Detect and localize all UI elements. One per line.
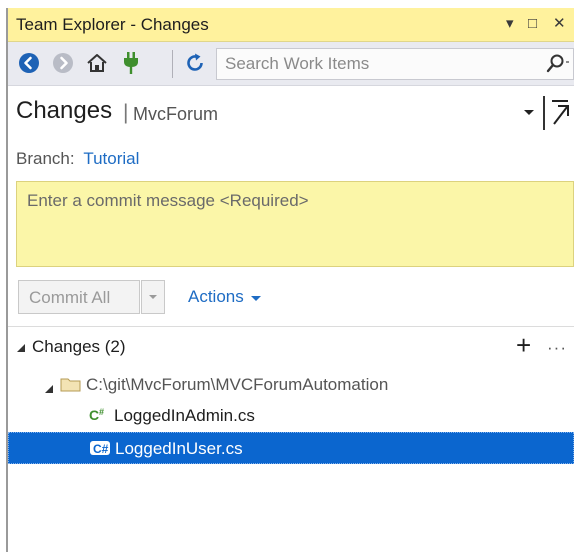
actions-menu[interactable]: Actions (188, 287, 262, 308)
svg-text:C#: C# (93, 442, 109, 456)
toolbar-separator (172, 50, 173, 78)
chevron-down-icon (149, 295, 157, 299)
page-title: Changes (16, 97, 113, 124)
folder-path: C:\git\MvcForum\MVCForumAutomation (86, 375, 389, 394)
section-divider (8, 326, 574, 327)
search-box[interactable] (216, 48, 574, 80)
team-explorer-window: Team Explorer - Changes ▾ □ ✕ Chan (0, 0, 574, 552)
commit-message-input[interactable] (27, 191, 547, 257)
csharp-file-selected-icon: C# (89, 439, 111, 462)
changes-count-label: Changes (2) (32, 337, 126, 356)
window-dropdown-icon[interactable]: ▾ (506, 15, 514, 33)
forward-icon[interactable] (50, 50, 76, 76)
commit-all-button[interactable]: Commit All (18, 280, 140, 314)
close-icon[interactable]: ✕ (553, 15, 566, 33)
back-icon[interactable] (16, 50, 42, 76)
folder-icon (60, 375, 82, 398)
page-dropdown-icon[interactable] (522, 100, 536, 129)
branch-row: Branch: Tutorial (16, 149, 139, 169)
search-icon[interactable] (545, 52, 571, 81)
maximize-icon[interactable]: □ (528, 15, 537, 33)
branch-label: Branch: (16, 149, 75, 168)
home-icon[interactable] (84, 50, 110, 76)
actions-label: Actions (188, 287, 244, 306)
title-bar: Team Explorer - Changes ▾ □ ✕ (8, 8, 574, 42)
connect-icon[interactable] (118, 50, 144, 76)
refresh-icon[interactable] (182, 50, 208, 76)
commit-all-label: Commit All (29, 288, 111, 307)
header-divider (543, 96, 545, 130)
stage-all-plus-icon[interactable]: + (516, 331, 531, 359)
file-row-loggedinuser[interactable]: C# LoggedInUser.cs (8, 432, 574, 464)
page-header: Changes | MvcForum (8, 86, 574, 138)
repository-name: MvcForum (133, 104, 218, 124)
file-name: LoggedInUser.cs (115, 439, 243, 458)
folder-collapse-icon[interactable] (44, 379, 54, 399)
commit-dropdown-button[interactable] (141, 280, 165, 314)
search-input[interactable] (225, 53, 525, 75)
navigate-arrow-icon[interactable] (550, 98, 572, 133)
more-options-icon[interactable]: ··· (547, 338, 567, 358)
title-separator: | (123, 101, 129, 124)
file-row-loggedinadmin[interactable]: C # LoggedInAdmin.cs (8, 400, 574, 432)
commit-message-box[interactable] (16, 181, 574, 267)
csharp-file-icon: C # (88, 406, 110, 429)
toolbar (8, 42, 574, 86)
changes-section-header[interactable]: Changes (2) (16, 337, 126, 358)
window-title: Team Explorer - Changes (16, 15, 209, 34)
svg-text:C: C (89, 407, 99, 423)
collapse-triangle-icon[interactable] (16, 338, 26, 358)
file-name: LoggedInAdmin.cs (114, 406, 255, 425)
actions-dropdown-icon (250, 288, 262, 308)
branch-link[interactable]: Tutorial (83, 149, 139, 168)
svg-text:#: # (99, 407, 104, 417)
